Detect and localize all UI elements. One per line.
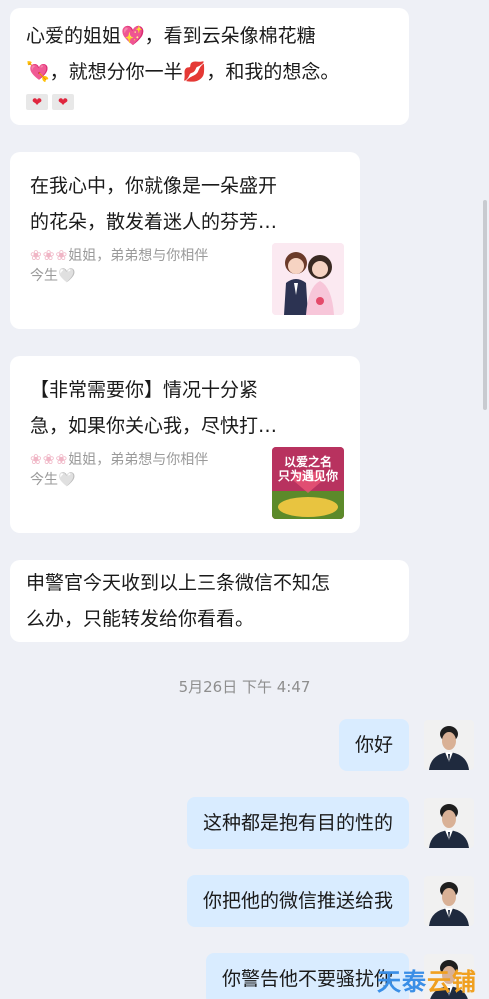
link-card-title: 在我心中，你就像是一朵盛开 的花朵，散发着迷人的芬芳… bbox=[30, 168, 340, 240]
message-text-line: 💘，就想分你一半💋，和我的想念。 bbox=[26, 61, 340, 83]
poster-text-line: 只为遇见你 bbox=[277, 469, 338, 483]
heart-icon: ❤ bbox=[52, 94, 74, 110]
message-text-line: 么办，只能转发给你看看。 bbox=[26, 608, 255, 630]
heart-stickers: ❤ ❤ bbox=[26, 94, 393, 110]
watermark-text: 天泰 bbox=[377, 968, 427, 996]
message-text-line: 申警官今天收到以上三条微信不知怎 bbox=[26, 572, 331, 594]
outgoing-message-bubble[interactable]: 你好 bbox=[338, 719, 409, 771]
chat-scrollbar[interactable] bbox=[483, 200, 487, 410]
link-card-description-line: 今生🤍 bbox=[30, 268, 76, 284]
link-card-title-line: 急，如果你关心我，尽快打… bbox=[30, 415, 278, 437]
poster-text-line: 以爱之名 bbox=[283, 455, 332, 469]
outgoing-message-bubble[interactable]: 你把他的微信推送给我 bbox=[186, 875, 409, 927]
flower-icons: ❀❀❀ bbox=[30, 452, 69, 468]
link-card-description: ❀❀❀姐姐，弟弟想与你相伴 今生🤍 bbox=[30, 246, 260, 286]
watermark-text: 云铺 bbox=[427, 968, 477, 996]
link-card-title-line: 在我心中，你就像是一朵盛开 bbox=[30, 175, 278, 197]
link-card-title-line: 的花朵，散发着迷人的芬芳… bbox=[30, 211, 278, 233]
message-bubble-1[interactable]: 心爱的姐姐💖，看到云朵像棉花糖 💘，就想分你一半💋，和我的想念。 ❤ ❤ bbox=[10, 8, 409, 125]
link-card-2[interactable]: 【非常需要你】情况十分紧 急，如果你关心我，尽快打… ❀❀❀姐姐，弟弟想与你相伴… bbox=[10, 356, 360, 533]
wedding-couple-thumbnail bbox=[272, 243, 344, 315]
link-card-1[interactable]: 在我心中，你就像是一朵盛开 的花朵，散发着迷人的芬芳… ❀❀❀姐姐，弟弟想与你相… bbox=[10, 152, 360, 329]
message-text-line: 心爱的姐姐💖，看到云朵像棉花糖 bbox=[26, 25, 316, 47]
love-poster-thumbnail: 以爱之名 只为遇见你 bbox=[272, 447, 344, 519]
police-officer-avatar[interactable] bbox=[424, 798, 474, 848]
link-card-description-line: 姐姐，弟弟想与你相伴 bbox=[68, 248, 209, 264]
link-card-title: 【非常需要你】情况十分紧 急，如果你关心我，尽快打… bbox=[30, 372, 340, 444]
heart-icon: ❤ bbox=[26, 94, 48, 110]
link-card-description: ❀❀❀姐姐，弟弟想与你相伴 今生🤍 bbox=[30, 450, 260, 490]
chat-timestamp: 5月26日 下午 4:47 bbox=[178, 678, 311, 696]
message-bubble-4[interactable]: 申警官今天收到以上三条微信不知怎 么办，只能转发给你看看。 bbox=[10, 560, 409, 642]
police-officer-avatar[interactable] bbox=[424, 720, 474, 770]
outgoing-message-bubble[interactable]: 这种都是抱有目的性的 bbox=[186, 797, 409, 849]
link-card-title-line: 【非常需要你】情况十分紧 bbox=[30, 379, 259, 401]
police-officer-avatar[interactable] bbox=[424, 876, 474, 926]
flower-icons: ❀❀❀ bbox=[30, 248, 69, 264]
link-card-description-line: 姐姐，弟弟想与你相伴 bbox=[68, 452, 209, 468]
watermark-logo: 天泰云铺 bbox=[377, 962, 477, 997]
link-card-description-line: 今生🤍 bbox=[30, 472, 76, 488]
